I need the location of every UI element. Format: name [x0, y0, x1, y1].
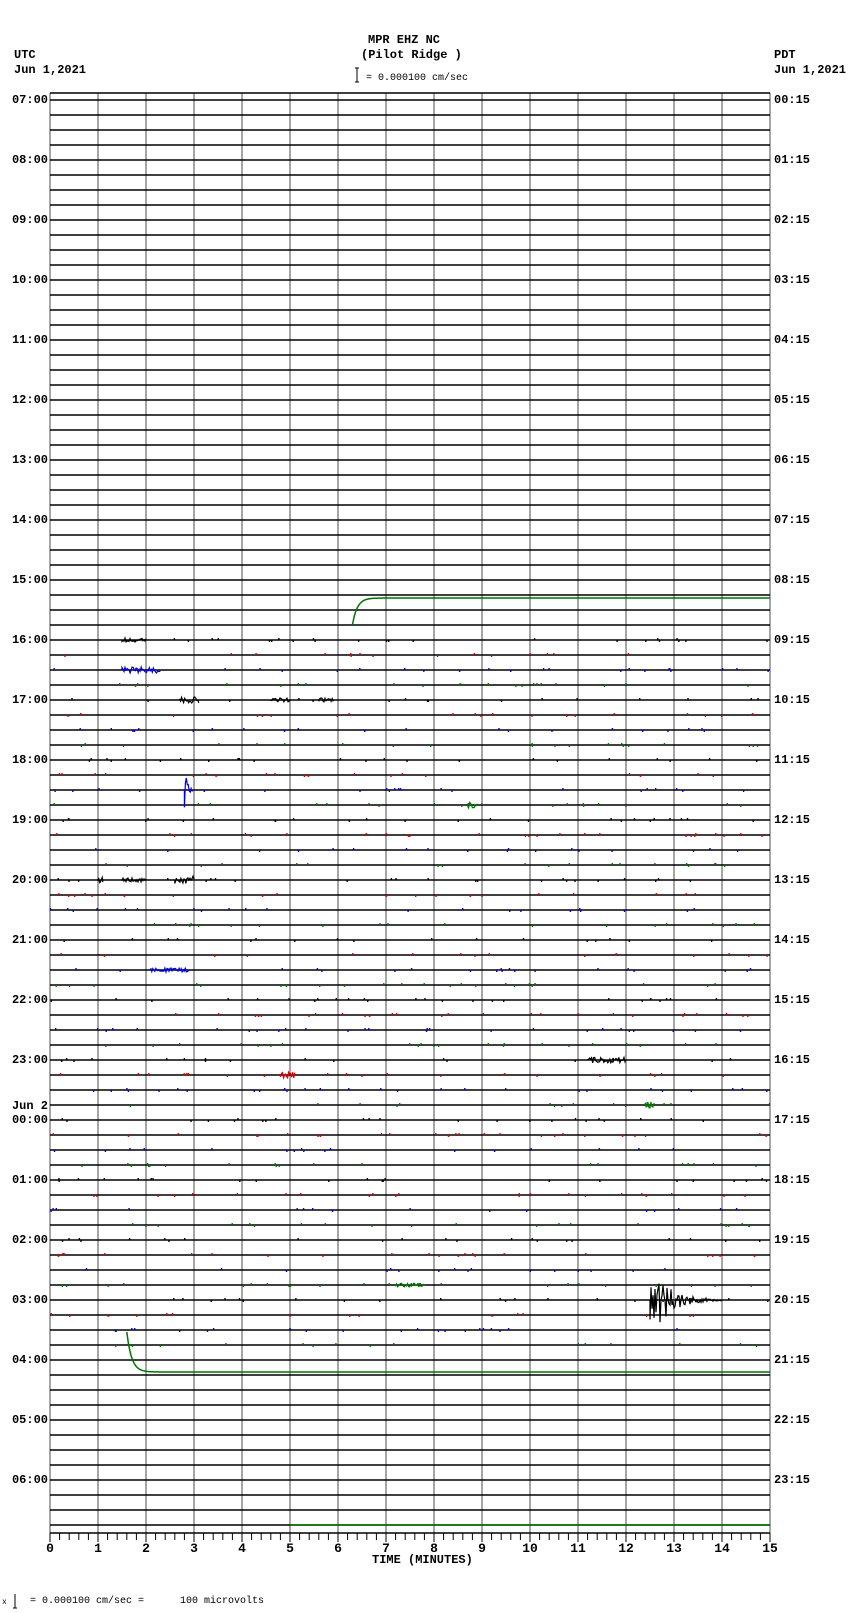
utc-hour-label: 13:00 [11, 453, 48, 467]
right-date: Jun 1,2021 [774, 63, 847, 77]
pdt-time-label: 12:15 [774, 813, 811, 827]
pdt-time-label: 23:15 [774, 1473, 811, 1487]
pdt-time-label: 14:15 [774, 933, 811, 947]
utc-hour-label: 15:00 [11, 573, 48, 587]
pdt-time-label: 19:15 [774, 1233, 811, 1247]
date-change-label: Jun 2 [11, 1099, 48, 1113]
utc-hour-label: 03:00 [11, 1293, 48, 1307]
utc-hour-label: 09:00 [11, 213, 48, 227]
seismic-event [644, 1101, 656, 1109]
pdt-time-label: 09:15 [774, 633, 811, 647]
x-tick-label: 15 [762, 1541, 778, 1556]
scale-bar-icon [355, 67, 359, 83]
drift-trace [351, 597, 770, 626]
pdt-time-label: 11:15 [774, 753, 811, 767]
footer-scale-bar-icon [13, 1594, 17, 1609]
pdt-time-label: 15:15 [774, 993, 811, 1007]
utc-hour-label: 00:00 [11, 1113, 48, 1127]
x-tick-label: 7 [382, 1541, 390, 1556]
pdt-time-label: 01:15 [774, 153, 811, 167]
x-tick-label: 0 [46, 1541, 54, 1556]
pdt-time-label: 03:15 [774, 273, 811, 287]
utc-hour-label: 20:00 [11, 873, 48, 887]
pdt-time-label: 04:15 [774, 333, 811, 347]
x-tick-label: 8 [430, 1541, 438, 1556]
utc-hour-label: 14:00 [11, 513, 48, 527]
right-timezone: PDT [774, 48, 796, 62]
x-tick-label: 12 [618, 1541, 634, 1556]
utc-hour-label: 10:00 [11, 273, 48, 287]
x-tick-label: 14 [714, 1541, 730, 1556]
utc-hour-label: 11:00 [11, 333, 48, 347]
helicorder-plot [13, 67, 771, 1609]
utc-hour-label: 02:00 [11, 1233, 48, 1247]
utc-hour-label: 07:00 [11, 93, 48, 107]
x-tick-label: 11 [570, 1541, 586, 1556]
utc-hour-label: 19:00 [11, 813, 48, 827]
pdt-time-label: 05:15 [774, 393, 811, 407]
utc-hour-label: 08:00 [11, 153, 48, 167]
pdt-time-label: 02:15 [774, 213, 811, 227]
seismic-event [279, 1070, 296, 1080]
pdt-time-label: 10:15 [774, 693, 811, 707]
scale-label: = 0.000100 cm/sec [366, 73, 469, 84]
utc-hour-label: 01:00 [11, 1173, 48, 1187]
pdt-time-label: 00:15 [774, 93, 811, 107]
utc-hour-label: 04:00 [11, 1353, 48, 1367]
x-tick-label: 2 [142, 1541, 150, 1556]
x-tick-label: 3 [190, 1541, 198, 1556]
pdt-time-label: 13:15 [774, 873, 811, 887]
seismic-event [183, 777, 195, 808]
x-tick-label: 9 [478, 1541, 486, 1556]
utc-hour-label: 18:00 [11, 753, 48, 767]
utc-hour-label: 12:00 [11, 393, 48, 407]
pdt-time-label: 07:15 [774, 513, 811, 527]
site-name: (Pilot Ridge ) [361, 48, 462, 62]
x-tick-label: 1 [94, 1541, 102, 1556]
x-tick-label: 4 [238, 1541, 246, 1556]
pdt-time-label: 16:15 [774, 1053, 811, 1067]
footer-scale: = 0.000100 cm/sec = 100 microvolts [30, 1596, 265, 1607]
utc-hour-label: 06:00 [11, 1473, 48, 1487]
pdt-time-label: 17:15 [774, 1113, 811, 1127]
left-timezone: UTC [14, 48, 36, 62]
footer-mark: x [2, 1598, 7, 1607]
station-title: MPR EHZ NC [368, 33, 441, 47]
seismic-event [150, 966, 190, 975]
pdt-time-label: 21:15 [774, 1353, 811, 1367]
pdt-time-label: 22:15 [774, 1413, 811, 1427]
left-date: Jun 1,2021 [14, 63, 87, 77]
seismic-event [649, 1283, 723, 1323]
x-tick-label: 5 [286, 1541, 294, 1556]
seismic-event [121, 635, 147, 644]
utc-hour-label: 22:00 [11, 993, 48, 1007]
utc-hour-label: 23:00 [11, 1053, 48, 1067]
utc-hour-label: 17:00 [11, 693, 48, 707]
pdt-time-label: 20:15 [774, 1293, 811, 1307]
pdt-time-label: 06:15 [774, 453, 811, 467]
x-tick-label: 13 [666, 1541, 682, 1556]
x-tick-label: 6 [334, 1541, 342, 1556]
utc-hour-label: 21:00 [11, 933, 48, 947]
utc-hour-label: 16:00 [11, 633, 48, 647]
pdt-time-label: 08:15 [774, 573, 811, 587]
x-tick-label: 10 [522, 1541, 538, 1556]
pdt-time-label: 18:15 [774, 1173, 811, 1187]
utc-hour-label: 05:00 [11, 1413, 48, 1427]
